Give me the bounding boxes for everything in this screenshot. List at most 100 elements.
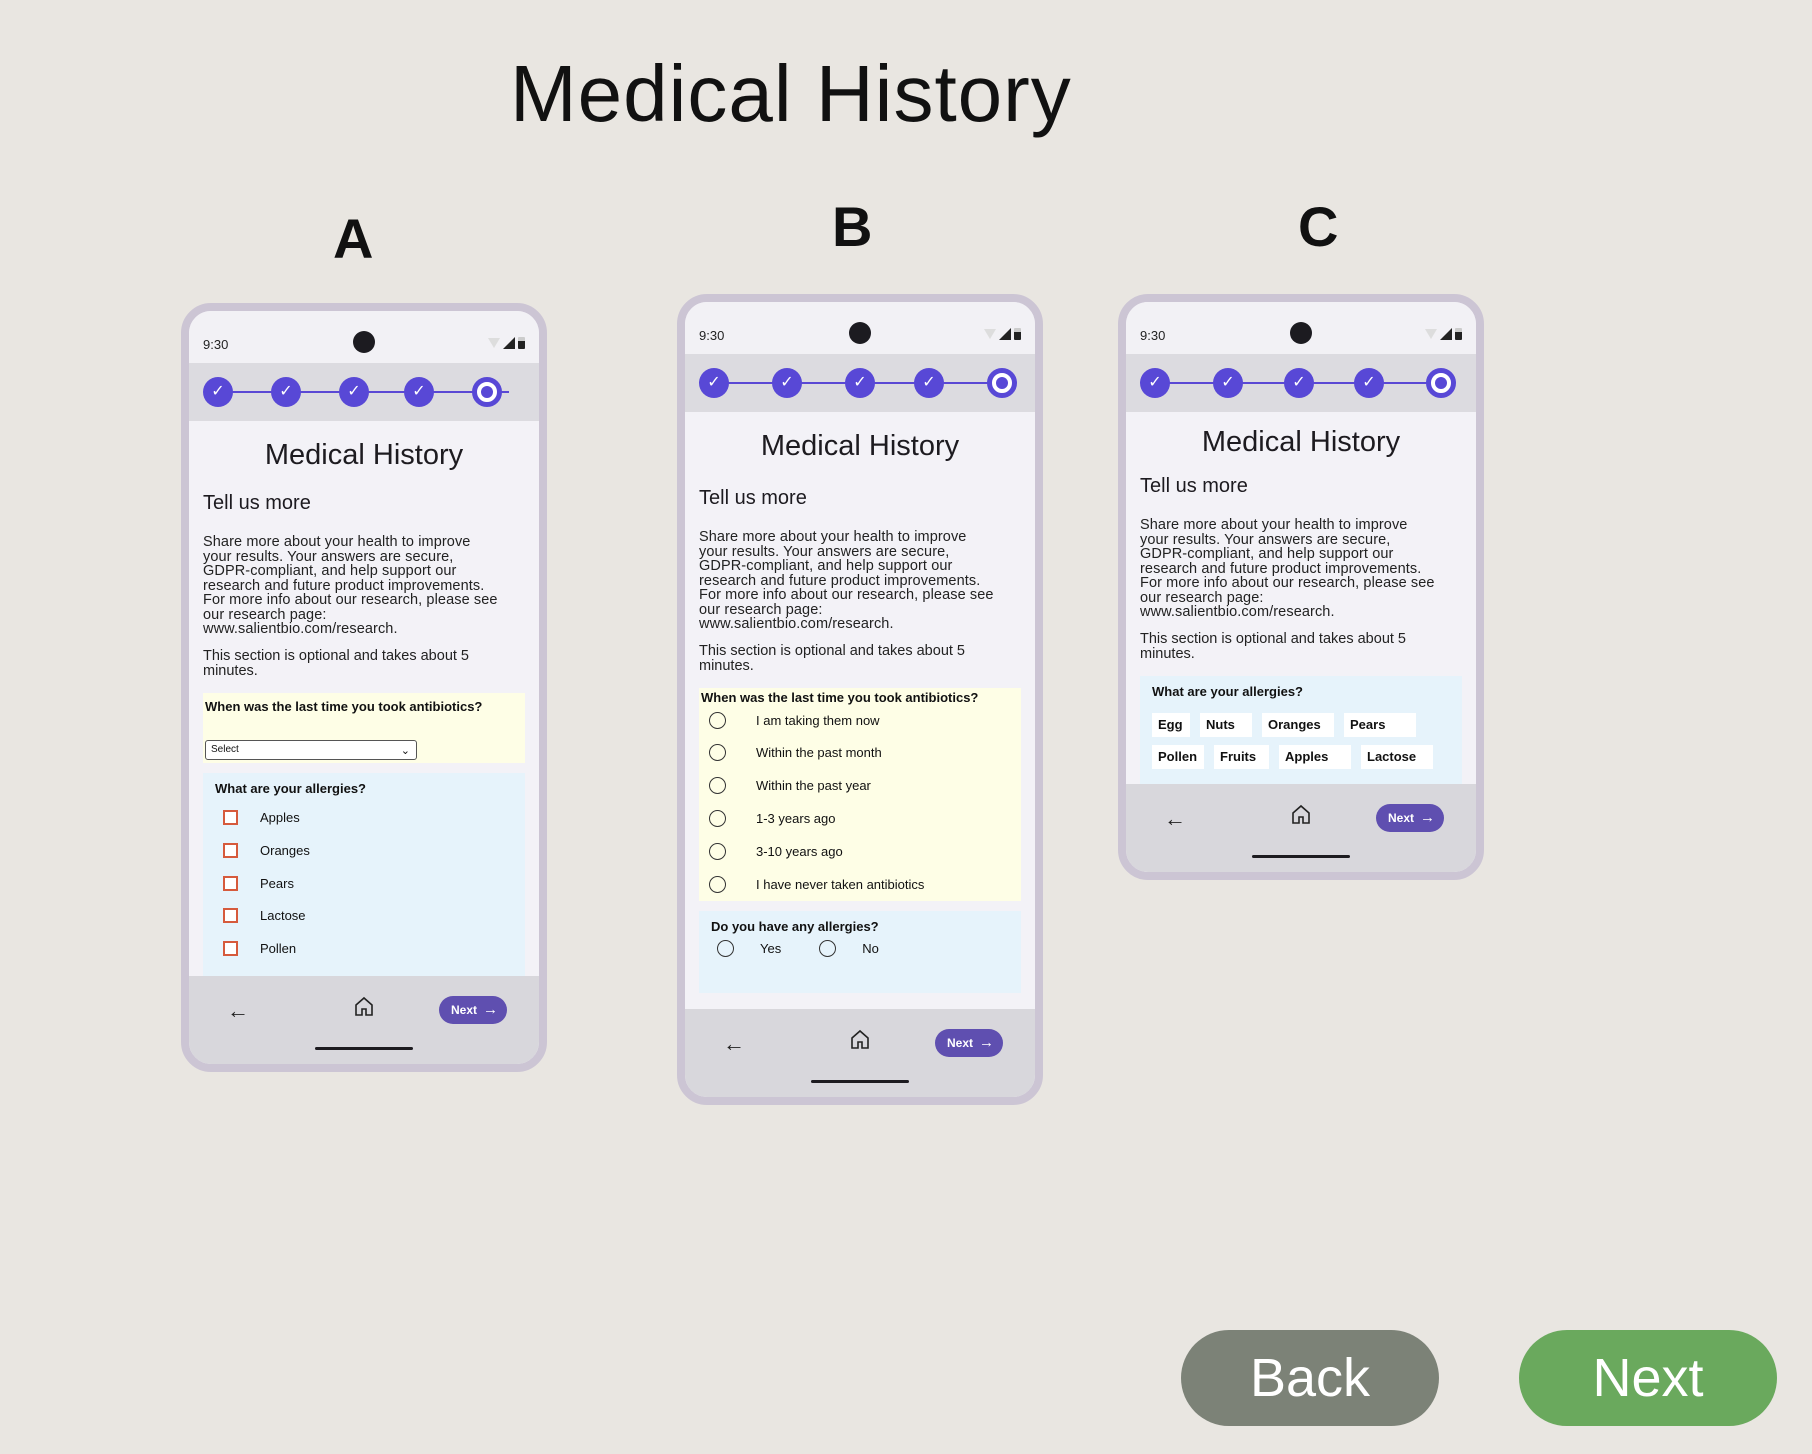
allergies-panel: What are your allergies? Egg Nuts Orange… xyxy=(1140,675,1462,784)
step-complete-icon: ✓ xyxy=(845,368,875,398)
allergies-question: What are your allergies? xyxy=(215,780,366,796)
allergy-chip[interactable]: Fruits xyxy=(1214,744,1269,769)
allergies-panel: What are your allergies? Apples Oranges … xyxy=(203,772,525,981)
phone-mockup-b: 9:30 ✓ ✓ ✓ ✓ Medical History Tell us mor… xyxy=(677,294,1043,1105)
antibiotics-option[interactable]: I have never taken antibiotics xyxy=(701,868,1019,901)
variant-label-c: C xyxy=(1298,195,1339,258)
antibiotics-option[interactable]: Within the past month xyxy=(701,737,1019,770)
wifi-icon xyxy=(488,338,500,348)
arrow-right-icon: → xyxy=(979,1034,995,1051)
home-icon[interactable] xyxy=(352,994,376,1018)
camera-cutout xyxy=(1290,322,1312,344)
signal-icon xyxy=(1440,328,1452,340)
allergies-panel: Do you have any allergies? Yes No xyxy=(699,910,1021,993)
allergy-option[interactable]: Pollen xyxy=(215,932,513,965)
variant-label-b: B xyxy=(832,195,873,258)
checkbox[interactable] xyxy=(223,810,238,826)
section-heading: Tell us more xyxy=(1140,475,1248,497)
nav-next-button[interactable]: Next → xyxy=(1376,804,1444,832)
step-current-icon xyxy=(1426,368,1456,398)
battery-icon xyxy=(1455,328,1462,340)
allergy-chip[interactable]: Nuts xyxy=(1200,712,1252,737)
allergy-chip[interactable]: Pollen xyxy=(1152,744,1204,769)
allergy-option[interactable]: Apples xyxy=(215,802,513,835)
battery-icon xyxy=(518,337,525,349)
back-arrow-icon[interactable]: ← xyxy=(723,1031,745,1057)
antibiotics-question: When was the last time you took antibiot… xyxy=(701,689,979,705)
radio-button[interactable] xyxy=(709,842,726,860)
radio-button[interactable] xyxy=(709,809,726,827)
yes-no-group: Yes No xyxy=(711,939,1009,957)
screen-title: Medical History xyxy=(760,430,960,462)
checkbox[interactable] xyxy=(223,941,238,957)
allergy-chip[interactable]: Lactose xyxy=(1361,744,1433,769)
gesture-handle xyxy=(315,1047,413,1050)
allergy-chip[interactable]: Pears xyxy=(1344,712,1416,737)
step-complete-icon: ✓ xyxy=(404,377,434,407)
arrow-right-icon: → xyxy=(1420,809,1436,826)
antibiotics-option[interactable]: 1-3 years ago xyxy=(701,802,1019,835)
gesture-handle xyxy=(811,1080,909,1083)
step-complete-icon: ✓ xyxy=(271,377,301,407)
back-arrow-icon[interactable]: ← xyxy=(227,998,249,1024)
system-icons xyxy=(1425,328,1462,340)
optional-note: This section is optional and takes about… xyxy=(203,647,469,679)
bottom-nav: ← Next → xyxy=(685,1009,1035,1097)
antibiotics-option[interactable]: 3-10 years ago xyxy=(701,835,1019,868)
antibiotics-panel: When was the last time you took antibiot… xyxy=(203,692,525,763)
checkbox[interactable] xyxy=(223,875,238,891)
allergy-option[interactable]: Pears xyxy=(215,867,513,900)
radio-button[interactable] xyxy=(709,875,726,893)
antibiotics-select[interactable]: Select ⌄ xyxy=(205,739,417,760)
select-value: Select xyxy=(211,743,239,755)
nav-next-button[interactable]: Next → xyxy=(935,1029,1003,1057)
status-bar: 9:30 xyxy=(685,302,1035,354)
step-current-icon xyxy=(987,368,1017,398)
step-complete-icon: ✓ xyxy=(1213,368,1243,398)
allergy-option[interactable]: Oranges xyxy=(215,834,513,867)
radio-button[interactable] xyxy=(709,712,726,729)
radio-no[interactable] xyxy=(819,939,837,957)
status-time: 9:30 xyxy=(1140,328,1166,343)
radio-yes[interactable] xyxy=(717,939,734,957)
antibiotics-question: When was the last time you took antibiot… xyxy=(205,698,483,714)
next-button[interactable]: Next xyxy=(1519,1330,1777,1426)
antibiotics-option[interactable]: Within the past year xyxy=(701,769,1019,802)
phone-mockup-a: 9:30 ✓ ✓ ✓ ✓ Medical History Tell us mor… xyxy=(181,303,547,1072)
screen-title: Medical History xyxy=(264,439,464,471)
home-icon[interactable] xyxy=(1289,802,1313,826)
signal-icon xyxy=(999,328,1011,340)
allergy-option[interactable]: Lactose xyxy=(215,900,513,933)
system-icons xyxy=(488,337,525,349)
step-complete-icon: ✓ xyxy=(699,368,729,398)
page-title: Medical History xyxy=(510,49,1072,138)
allergy-question: Do you have any allergies? xyxy=(711,918,879,934)
step-complete-icon: ✓ xyxy=(203,377,233,407)
step-complete-icon: ✓ xyxy=(339,377,369,407)
nav-next-button[interactable]: Next → xyxy=(439,996,507,1024)
step-complete-icon: ✓ xyxy=(914,368,944,398)
allergy-chip[interactable]: Egg xyxy=(1152,712,1190,737)
checkbox[interactable] xyxy=(223,843,238,859)
system-icons xyxy=(984,328,1021,340)
allergy-chip[interactable]: Oranges xyxy=(1262,712,1334,737)
status-bar: 9:30 xyxy=(1126,302,1476,354)
antibiotics-option[interactable]: I am taking them now xyxy=(701,705,1019,737)
intro-text: Share more about your health to improve y… xyxy=(699,529,994,632)
allergy-chip[interactable]: Apples xyxy=(1279,744,1351,769)
variant-label-a: A xyxy=(333,207,374,270)
checkbox[interactable] xyxy=(223,908,238,924)
back-arrow-icon[interactable]: ← xyxy=(1164,806,1186,832)
wifi-icon xyxy=(1425,329,1437,339)
gesture-handle xyxy=(1252,855,1350,858)
radio-button[interactable] xyxy=(709,777,726,795)
home-icon[interactable] xyxy=(848,1027,872,1051)
radio-button[interactable] xyxy=(709,744,726,762)
antibiotics-panel: When was the last time you took antibiot… xyxy=(699,687,1021,901)
battery-icon xyxy=(1014,328,1021,340)
screen-title: Medical History xyxy=(1201,426,1401,458)
step-current-icon xyxy=(472,377,502,407)
intro-text: Share more about your health to improve y… xyxy=(203,534,498,637)
back-button[interactable]: Back xyxy=(1181,1330,1439,1426)
bottom-nav: ← Next → xyxy=(1126,784,1476,872)
